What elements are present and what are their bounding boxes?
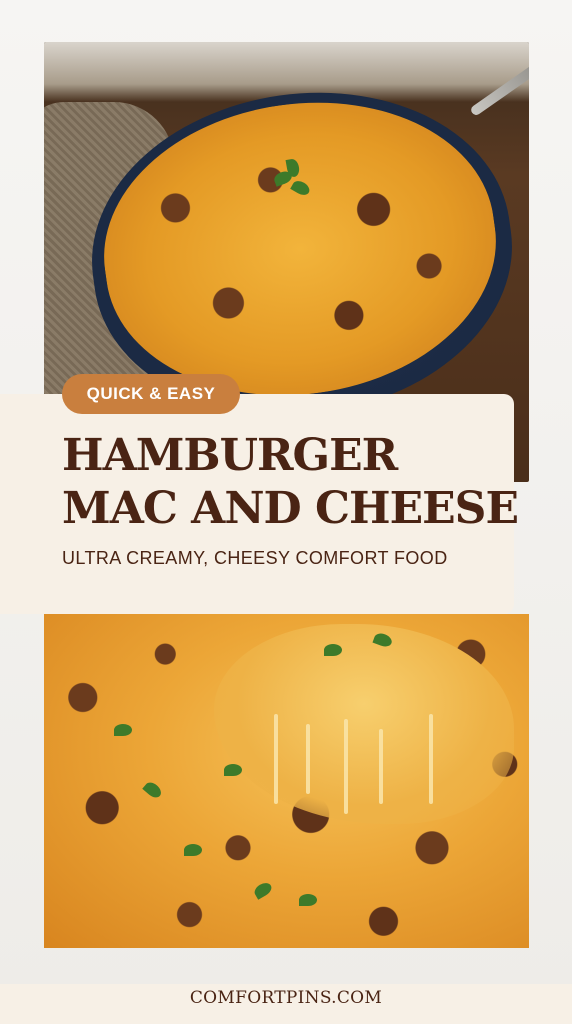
cheese-string — [306, 724, 310, 794]
parsley-garnish — [324, 644, 342, 656]
window-light — [44, 42, 529, 102]
quick-easy-badge: QUICK & EASY — [62, 374, 240, 414]
title-line-1: HAMBURGER — [62, 430, 398, 481]
parsley-garnish — [184, 844, 202, 856]
cheese-string — [274, 714, 278, 804]
cheese-string — [379, 729, 383, 804]
parsley-garnish — [114, 724, 132, 736]
parsley-garnish — [299, 894, 317, 906]
subtitle: ULTRA CREAMY, CHEESY COMFORT FOOD — [62, 548, 448, 568]
parsley-garnish — [142, 779, 164, 801]
cheese-pull-photo — [44, 614, 529, 948]
cheese-string — [344, 719, 348, 814]
cheese-string — [429, 714, 433, 804]
site-url[interactable]: COMFORTPINS.COM — [0, 988, 572, 1008]
spoonful-pasta — [214, 624, 514, 824]
parsley-garnish — [252, 880, 274, 900]
title-line-2: MAC AND CHEESE — [62, 483, 519, 534]
parsley-garnish — [224, 764, 242, 776]
